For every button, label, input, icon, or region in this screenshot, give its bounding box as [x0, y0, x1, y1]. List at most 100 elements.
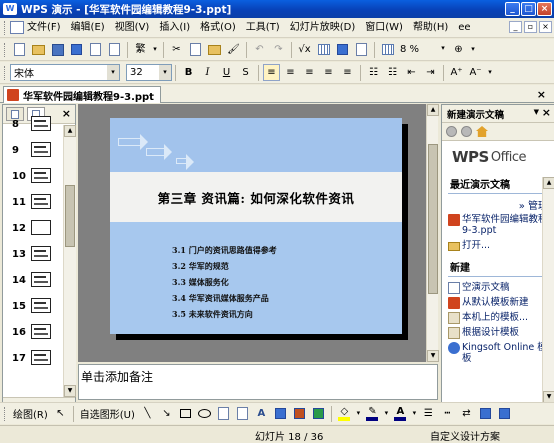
- menu-file[interactable]: 文件(F): [27, 19, 66, 37]
- chevron-down-icon[interactable]: ▾: [151, 41, 159, 58]
- open-link[interactable]: 打开...: [442, 238, 554, 253]
- slide-bullets[interactable]: 3.1 门户的资讯思路值得参考 3.2 华军的规范 3.3 媒体服务化 3.4 …: [172, 242, 277, 322]
- picture-icon[interactable]: [310, 405, 327, 422]
- menu-format[interactable]: 格式(O): [195, 19, 241, 37]
- italic-button[interactable]: I: [199, 64, 216, 81]
- align-center-icon[interactable]: ≡: [282, 64, 299, 81]
- chevron-down-icon[interactable]: ▾: [159, 65, 171, 80]
- scroll-thumb[interactable]: [65, 185, 75, 247]
- current-slide[interactable]: 第三章 资讯篇: 如何深化软件资讯 3.1 门户的资讯思路值得参考 3.2 华军…: [110, 118, 402, 334]
- toolbar-grip[interactable]: [4, 42, 7, 57]
- chevron-down-icon[interactable]: ▾: [355, 405, 362, 422]
- underline-button[interactable]: U: [218, 64, 235, 81]
- menu-window[interactable]: 窗口(W): [360, 19, 408, 37]
- print-icon[interactable]: [87, 41, 104, 58]
- menu-extra[interactable]: ee: [453, 19, 475, 37]
- close-tab-icon[interactable]: ×: [537, 88, 546, 101]
- slide-thumbnail[interactable]: 14: [3, 269, 63, 295]
- notes-area[interactable]: 单击添加备注: [78, 364, 438, 400]
- doc-restore-button[interactable]: ▫: [524, 21, 537, 33]
- autoshapes-button[interactable]: 自选图形(U): [77, 406, 138, 421]
- traditional-chinese-button[interactable]: 繁: [132, 41, 149, 58]
- canvas-scrollbar[interactable]: ▲ ▼: [426, 104, 439, 362]
- shadow-style-icon[interactable]: [477, 405, 494, 422]
- scroll-down-icon[interactable]: ▼: [543, 391, 554, 402]
- default-template-link[interactable]: 从默认模板新建: [442, 295, 554, 310]
- bullets-icon[interactable]: ☷: [384, 64, 401, 81]
- line-color-icon[interactable]: ✎: [364, 405, 381, 422]
- export-icon[interactable]: [68, 41, 85, 58]
- help-icon[interactable]: ⊕: [450, 41, 467, 58]
- menu-tools[interactable]: 工具(T): [241, 19, 285, 37]
- scroll-up-icon[interactable]: ▲: [427, 104, 439, 116]
- font-name-select[interactable]: 宋体 ▾: [10, 64, 120, 81]
- paste-icon[interactable]: [206, 41, 223, 58]
- maximize-button[interactable]: □: [521, 2, 536, 16]
- format-painter-icon[interactable]: 🖌: [225, 41, 242, 58]
- scroll-down-icon[interactable]: ▼: [427, 350, 439, 362]
- manage-link[interactable]: » 管理: [442, 197, 554, 212]
- toolbar-grip[interactable]: [4, 20, 7, 35]
- shrink-font-button[interactable]: A⁻: [467, 64, 484, 81]
- grow-font-button[interactable]: A⁺: [448, 64, 465, 81]
- menu-insert[interactable]: 插入(I): [154, 19, 195, 37]
- chevron-down-icon[interactable]: ▾: [107, 65, 119, 80]
- task-pane-scrollbar[interactable]: ▲ ▼: [542, 177, 554, 402]
- fill-color-icon[interactable]: ◇: [336, 405, 353, 422]
- slide-thumbnail[interactable]: 13: [3, 243, 63, 269]
- slide-thumbnail[interactable]: 15: [3, 295, 63, 321]
- slides-scrollbar[interactable]: ▲ ▼: [63, 125, 76, 397]
- menu-view[interactable]: 视图(V): [110, 19, 155, 37]
- decrease-indent-icon[interactable]: ⇤: [403, 64, 420, 81]
- close-button[interactable]: ×: [537, 2, 552, 16]
- zoom-select[interactable]: 8 % ▾: [397, 41, 449, 58]
- 3d-style-icon[interactable]: [496, 405, 513, 422]
- recent-file-link[interactable]: 华军软件园编辑教程9-3.ppt: [442, 212, 554, 238]
- textbox-icon[interactable]: [215, 405, 232, 422]
- slide-thumbnail[interactable]: 10: [3, 165, 63, 191]
- online-template-link[interactable]: Kingsoft Online 模板: [442, 340, 554, 366]
- insert-table-icon[interactable]: [315, 41, 332, 58]
- insert-chart-icon[interactable]: [334, 41, 351, 58]
- rectangle-icon[interactable]: [177, 405, 194, 422]
- slide-thumbnail[interactable]: 8: [3, 113, 63, 139]
- grid-icon[interactable]: [379, 41, 396, 58]
- justify-icon[interactable]: ≡: [320, 64, 337, 81]
- forward-icon[interactable]: [461, 126, 472, 137]
- diagram-icon[interactable]: [272, 405, 289, 422]
- doc-minimize-button[interactable]: _: [509, 21, 522, 33]
- line-icon[interactable]: ╲: [139, 405, 156, 422]
- doc-close-button[interactable]: ×: [539, 21, 552, 33]
- redo-icon[interactable]: ↷: [270, 41, 287, 58]
- arrow-style-icon[interactable]: ⇄: [458, 405, 475, 422]
- document-icon[interactable]: [10, 21, 24, 34]
- line-style-icon[interactable]: ☰: [420, 405, 437, 422]
- minimize-button[interactable]: _: [505, 2, 520, 16]
- clipart-icon[interactable]: [291, 405, 308, 422]
- back-icon[interactable]: [446, 126, 457, 137]
- home-icon[interactable]: [476, 126, 488, 137]
- menu-help[interactable]: 帮助(H): [408, 19, 453, 37]
- distribute-icon[interactable]: ≡: [339, 64, 356, 81]
- toolbar-grip[interactable]: [4, 406, 7, 421]
- dash-style-icon[interactable]: ┅: [439, 405, 456, 422]
- insert-object-icon[interactable]: [353, 41, 370, 58]
- cut-icon[interactable]: ✂: [168, 41, 185, 58]
- scroll-up-icon[interactable]: ▲: [543, 177, 554, 189]
- vertical-textbox-icon[interactable]: [234, 405, 251, 422]
- copy-icon[interactable]: [187, 41, 204, 58]
- document-tab[interactable]: 华军软件园编辑教程9-3.ppt: [3, 86, 161, 103]
- increase-indent-icon[interactable]: ⇥: [422, 64, 439, 81]
- chevron-down-icon[interactable]: ▾: [469, 41, 477, 58]
- bold-button[interactable]: B: [180, 64, 197, 81]
- draw-menu-button[interactable]: 绘图(R): [10, 406, 51, 421]
- align-right-icon[interactable]: ≡: [301, 64, 318, 81]
- slide-thumbnail[interactable]: 11: [3, 191, 63, 217]
- chevron-down-icon[interactable]: ▾: [486, 64, 494, 81]
- slide-title[interactable]: 第三章 资讯篇: 如何深化软件资讯: [110, 172, 402, 222]
- design-template-link[interactable]: 根据设计模板: [442, 325, 554, 340]
- align-left-icon[interactable]: ≡: [263, 64, 280, 81]
- close-panel-icon[interactable]: ×: [62, 107, 71, 120]
- scroll-thumb[interactable]: [428, 144, 438, 294]
- slide-thumbnail[interactable]: 12: [3, 217, 63, 243]
